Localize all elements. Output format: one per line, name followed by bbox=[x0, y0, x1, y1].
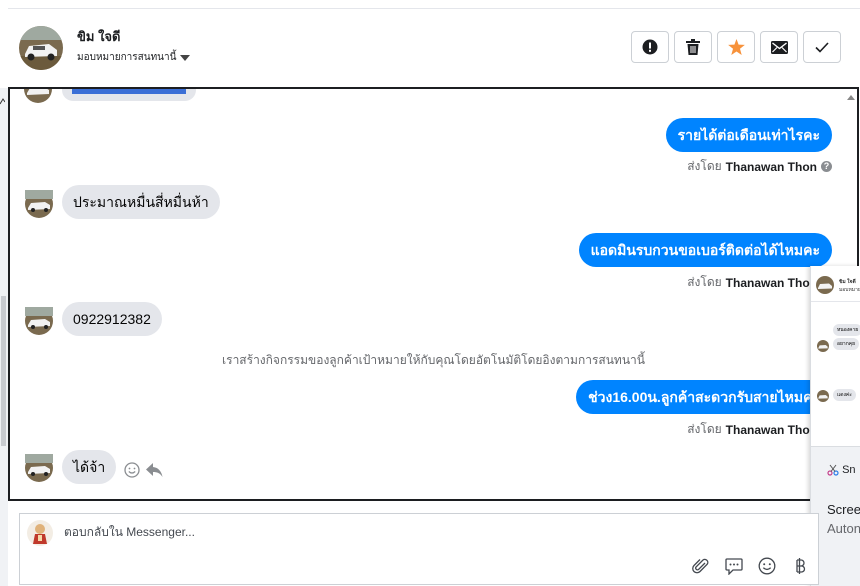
caret-down-icon bbox=[180, 54, 191, 61]
alert-icon bbox=[642, 39, 658, 55]
sent-by-line: ส่งโดย Thanawan Thon ? bbox=[687, 157, 832, 176]
sent-by-name[interactable]: Thanawan Thon bbox=[726, 276, 817, 290]
saved-reply-button[interactable] bbox=[724, 556, 744, 576]
sent-by-prefix: ส่งโดย bbox=[687, 159, 722, 173]
header-actions bbox=[631, 31, 841, 63]
left-scrollbar[interactable] bbox=[1, 296, 6, 446]
thumbnail-bubble: อยากคุย bbox=[833, 338, 860, 350]
incoming-message[interactable]: 0922912382 bbox=[62, 302, 162, 336]
assign-conversation-dropdown[interactable]: มอบหมายการสนทนานี้ bbox=[77, 50, 191, 65]
text-selection-highlight bbox=[72, 89, 186, 94]
baht-icon bbox=[796, 558, 806, 574]
reply-arrow-icon[interactable] bbox=[146, 462, 163, 478]
thumbnail-assign: มอบหมายการ bbox=[839, 287, 860, 293]
emoji-button[interactable] bbox=[757, 556, 777, 576]
attach-icon bbox=[692, 558, 709, 574]
reply-input[interactable] bbox=[64, 522, 764, 542]
incoming-message[interactable]: ได้จ้า bbox=[62, 450, 117, 484]
sent-by-name[interactable]: Thanawan Thon bbox=[726, 423, 817, 437]
snipping-tool-row: Sn bbox=[827, 464, 856, 476]
envelope-icon bbox=[770, 40, 788, 54]
sent-by-line: ส่งโดย Thanawan Thon bbox=[687, 420, 817, 439]
trash-icon bbox=[686, 39, 700, 55]
delete-button[interactable] bbox=[674, 31, 712, 63]
contact-avatar-small bbox=[25, 190, 53, 218]
saved-reply-icon bbox=[725, 557, 743, 575]
composer-tools bbox=[691, 556, 810, 576]
scroll-up-arrow-icon[interactable] bbox=[847, 95, 855, 100]
contact-avatar-small bbox=[25, 307, 53, 335]
contact-avatar-small bbox=[25, 454, 53, 482]
system-notice: เราสร้างกิจกรรมของลูกค้าเป้าหมายให้กับคุ… bbox=[222, 353, 645, 367]
sent-by-prefix: ส่งโดย bbox=[687, 275, 722, 289]
thumbnail-bubble: แดงค่ะ bbox=[833, 389, 856, 401]
assign-label: มอบหมายการสนทนานี้ bbox=[77, 52, 177, 63]
conversation-header: ขิม ใจดี มอบหมายการสนทนานี้ bbox=[8, 9, 860, 87]
contact-avatar[interactable] bbox=[19, 26, 63, 70]
previous-message-partial bbox=[62, 89, 196, 101]
thumbnail-avatar bbox=[817, 340, 829, 352]
emoji-icon bbox=[758, 557, 776, 575]
check-icon bbox=[815, 41, 829, 53]
sent-by-name[interactable]: Thanawan Thon bbox=[726, 160, 817, 174]
chevron-up-icon bbox=[0, 98, 5, 105]
snipping-tool-label: Sn bbox=[842, 464, 856, 476]
mark-done-button[interactable] bbox=[803, 31, 841, 63]
inbox-conversation: ขิม ใจดี มอบหมายการสนทนานี้ รายได้ต่อเดื… bbox=[0, 0, 860, 586]
contact-avatar-small bbox=[24, 89, 52, 103]
thumbnail-header: ขิม ใจดี มอบหมายการ bbox=[811, 266, 860, 302]
attach-button[interactable] bbox=[691, 556, 711, 576]
outgoing-message[interactable]: รายได้ต่อเดือนเท่าไรคะ bbox=[665, 118, 832, 152]
notification-title: Scree bbox=[827, 502, 860, 517]
thumbnail-avatar bbox=[816, 276, 834, 294]
page-avatar bbox=[27, 520, 53, 546]
reply-composer bbox=[19, 513, 819, 585]
outgoing-message[interactable]: ช่วง16.00น.ลูกค้าสะดวกรับสายไหมคะ bbox=[576, 380, 832, 414]
sent-by-line: ส่งโดย Thanawan Thon bbox=[687, 273, 817, 292]
star-icon bbox=[727, 39, 745, 55]
help-icon[interactable]: ? bbox=[821, 161, 832, 172]
smiley-icon[interactable] bbox=[124, 462, 140, 478]
message-thread[interactable]: รายได้ต่อเดือนเท่าไรคะ ส่งโดย Thanawan T… bbox=[8, 87, 859, 501]
outgoing-message[interactable]: แอดมินรบกวนขอเบอร์ติดต่อได้ไหมคะ bbox=[578, 233, 832, 267]
thumbnail-bubble: หนองคาย bbox=[833, 324, 860, 336]
message-actions bbox=[124, 462, 163, 478]
report-button[interactable] bbox=[631, 31, 669, 63]
snipping-tool-icon bbox=[827, 464, 839, 476]
thumbnail-avatar bbox=[817, 390, 829, 402]
notification-subtitle: Auton bbox=[827, 521, 860, 536]
mark-unread-button[interactable] bbox=[760, 31, 798, 63]
sent-by-prefix: ส่งโดย bbox=[687, 422, 722, 436]
star-button[interactable] bbox=[717, 31, 755, 63]
incoming-message[interactable]: ประมาณหมื่นสี่หมื่นห้า bbox=[62, 185, 220, 219]
contact-name[interactable]: ขิม ใจดี bbox=[77, 26, 120, 47]
thumbnail-name: ขิม ใจดี bbox=[839, 279, 856, 285]
payment-button[interactable] bbox=[790, 556, 810, 576]
